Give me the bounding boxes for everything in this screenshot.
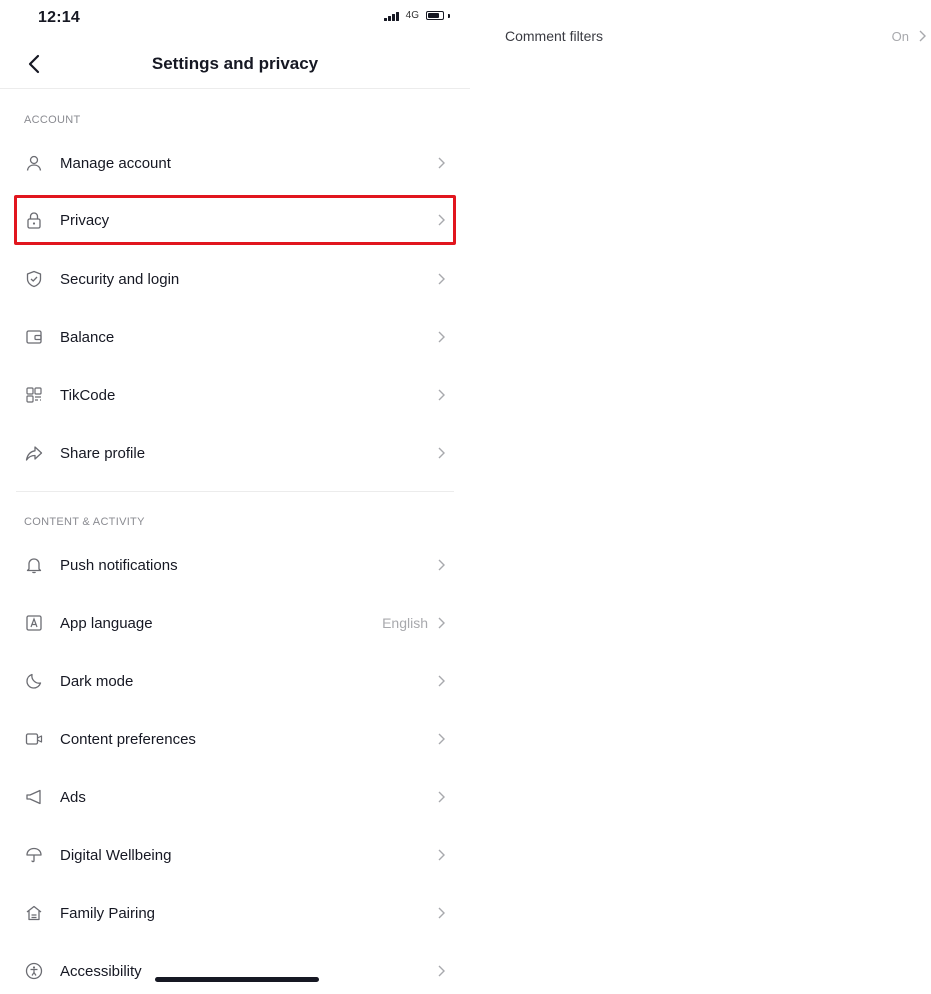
settings-row-label: Ads <box>60 788 86 806</box>
settings-row-share-profile[interactable]: Share profile <box>14 430 456 476</box>
home-indicator[interactable] <box>155 977 319 982</box>
settings-row-label: Security and login <box>60 270 180 288</box>
person-icon <box>24 153 44 173</box>
shield-icon <box>24 269 44 289</box>
chevron-right-icon <box>436 616 446 630</box>
chevron-right-icon <box>917 29 927 43</box>
wallet-icon <box>24 327 44 347</box>
status-bar: 12:14 4G <box>0 0 470 40</box>
settings-row-ads[interactable]: Ads <box>14 774 456 820</box>
battery-cap <box>448 13 450 18</box>
comment-filters-label: Comment filters <box>505 28 604 44</box>
settings-row-security[interactable]: Security and login <box>14 256 456 302</box>
settings-row-push-notifications[interactable]: Push notifications <box>14 542 456 588</box>
chevron-right-icon <box>436 964 446 978</box>
share-icon <box>24 443 44 463</box>
page-title: Settings and privacy <box>151 54 319 73</box>
chevron-right-icon <box>436 906 446 920</box>
settings-row-label: Balance <box>60 328 115 346</box>
chevron-right-icon <box>436 272 446 286</box>
settings-row-label: Digital Wellbeing <box>60 846 172 864</box>
qr-code-icon <box>24 385 44 405</box>
chevron-right-icon <box>436 558 446 572</box>
chevron-right-icon <box>436 388 446 402</box>
settings-row-balance[interactable]: Balance <box>14 314 456 360</box>
signal-icon <box>384 11 399 21</box>
home-icon <box>24 903 44 923</box>
settings-row-accessibility[interactable]: Accessibility <box>14 948 456 994</box>
settings-row-family-pairing[interactable]: Family Pairing <box>14 890 456 936</box>
settings-row-label: Content preferences <box>60 730 196 748</box>
status-indicators: 4G <box>384 10 450 21</box>
chevron-right-icon <box>436 848 446 862</box>
settings-row-privacy[interactable]: Privacy <box>14 195 456 245</box>
moon-icon <box>24 671 44 691</box>
settings-row-label: TikCode <box>60 386 116 404</box>
settings-row-label: Dark mode <box>60 672 134 690</box>
settings-row-digital-wellbeing[interactable]: Digital Wellbeing <box>14 832 456 878</box>
settings-row-label: Push notifications <box>60 556 178 574</box>
megaphone-icon <box>24 787 44 807</box>
settings-row-app-language[interactable]: App language English <box>14 600 456 646</box>
settings-row-label: Family Pairing <box>60 904 156 922</box>
chevron-right-icon <box>436 330 446 344</box>
status-time: 12:14 <box>38 9 80 26</box>
comment-filters-row[interactable]: Comment filters On <box>505 22 931 50</box>
settings-row-label: Share profile <box>60 444 146 462</box>
bell-icon <box>24 555 44 575</box>
chevron-right-icon <box>436 156 446 170</box>
section-header-content-activity: CONTENT & ACTIVITY <box>24 516 145 528</box>
phone-screen: 12:14 4G Settings and privacy ACCOUNT Ma… <box>0 0 470 983</box>
section-header-account: ACCOUNT <box>24 114 81 126</box>
language-icon <box>24 613 44 633</box>
accessibility-icon <box>24 961 44 981</box>
battery-icon <box>426 11 444 20</box>
app-language-value: English <box>382 615 428 631</box>
settings-row-dark-mode[interactable]: Dark mode <box>14 658 456 704</box>
settings-row-manage-account[interactable]: Manage account <box>14 140 456 186</box>
settings-row-label: App language <box>60 614 153 632</box>
chevron-right-icon <box>436 732 446 746</box>
video-icon <box>24 729 44 749</box>
umbrella-icon <box>24 845 44 865</box>
nav-header: Settings and privacy <box>0 40 470 89</box>
chevron-right-icon <box>436 446 446 460</box>
chevron-right-icon <box>436 213 446 227</box>
section-divider <box>16 491 454 492</box>
lock-icon <box>24 210 44 230</box>
settings-row-label: Manage account <box>60 154 171 172</box>
chevron-right-icon <box>436 790 446 804</box>
network-type: 4G <box>405 10 419 21</box>
settings-row-label: Privacy <box>60 211 110 229</box>
settings-row-tikcode[interactable]: TikCode <box>14 372 456 418</box>
comment-filters-value: On <box>891 28 909 44</box>
chevron-right-icon <box>436 674 446 688</box>
settings-row-content-preferences[interactable]: Content preferences <box>14 716 456 762</box>
